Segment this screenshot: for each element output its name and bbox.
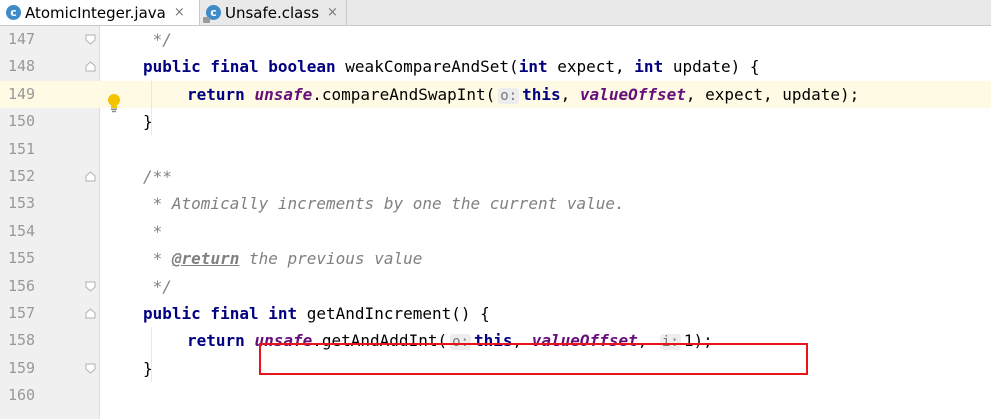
- fold-start-icon[interactable]: [85, 61, 96, 72]
- line-number: 148: [8, 57, 36, 76]
- lightbulb-icon[interactable]: [106, 93, 122, 113]
- code-text: /**: [143, 167, 172, 186]
- line-number: 155: [8, 249, 36, 268]
- line-number: 160: [8, 386, 36, 405]
- fold-end-icon[interactable]: [85, 34, 96, 45]
- code-line-153: 153 * Atomically increments by one the c…: [0, 190, 991, 217]
- line-number: 147: [8, 30, 36, 48]
- fold-start-icon[interactable]: [85, 308, 96, 319]
- code-line-157: 157 public final int getAndIncrement() {: [0, 300, 991, 327]
- code-line-147: 147 */: [0, 26, 991, 53]
- line-number: 149: [8, 84, 36, 103]
- line-number: 151: [8, 139, 36, 158]
- code-line-154: 154 *: [0, 218, 991, 245]
- code-line-149: 149 return unsafe.compareAndSwapInt(o: th…: [0, 80, 991, 109]
- indent-guide: [151, 80, 152, 135]
- code-text: return unsafe.compareAndSwapInt(o: this, …: [187, 84, 860, 104]
- code-text: * @return the previous value: [143, 249, 423, 269]
- code-line-148: 148 public final boolean weakCompareAndS…: [0, 53, 991, 80]
- code-line-156: 156 */: [0, 273, 991, 300]
- code-line-151: 151: [0, 136, 991, 163]
- line-number: 154: [8, 221, 36, 240]
- code-text: *: [143, 221, 163, 241]
- code-line-155: 155 * @return the previous value: [0, 245, 991, 272]
- fold-end-icon[interactable]: [85, 281, 96, 292]
- fold-start-icon[interactable]: [85, 171, 96, 182]
- code-text: */: [143, 30, 172, 49]
- line-number: 152: [8, 167, 36, 185]
- line-number: 150: [8, 112, 36, 131]
- fold-end-icon[interactable]: [85, 363, 96, 374]
- line-number: 158: [8, 331, 36, 350]
- code-line-160: 160: [0, 382, 991, 409]
- code-text: public final boolean weakCompareAndSet(i…: [143, 57, 760, 77]
- line-number: 159: [8, 358, 36, 377]
- code-line-150: 150 }: [0, 108, 991, 135]
- code-line-152: 152 /**: [0, 163, 991, 190]
- code-text: */: [143, 276, 172, 296]
- code-text: public final int getAndIncrement() {: [143, 304, 490, 323]
- line-number: 153: [8, 194, 36, 213]
- annotation-highlight-box: [259, 343, 808, 375]
- line-number: 157: [8, 304, 36, 322]
- partial-line: [0, 14, 991, 26]
- line-number: 156: [8, 276, 36, 295]
- code-text: * Atomically increments by one the curre…: [143, 194, 625, 214]
- indent-guide: [151, 327, 152, 382]
